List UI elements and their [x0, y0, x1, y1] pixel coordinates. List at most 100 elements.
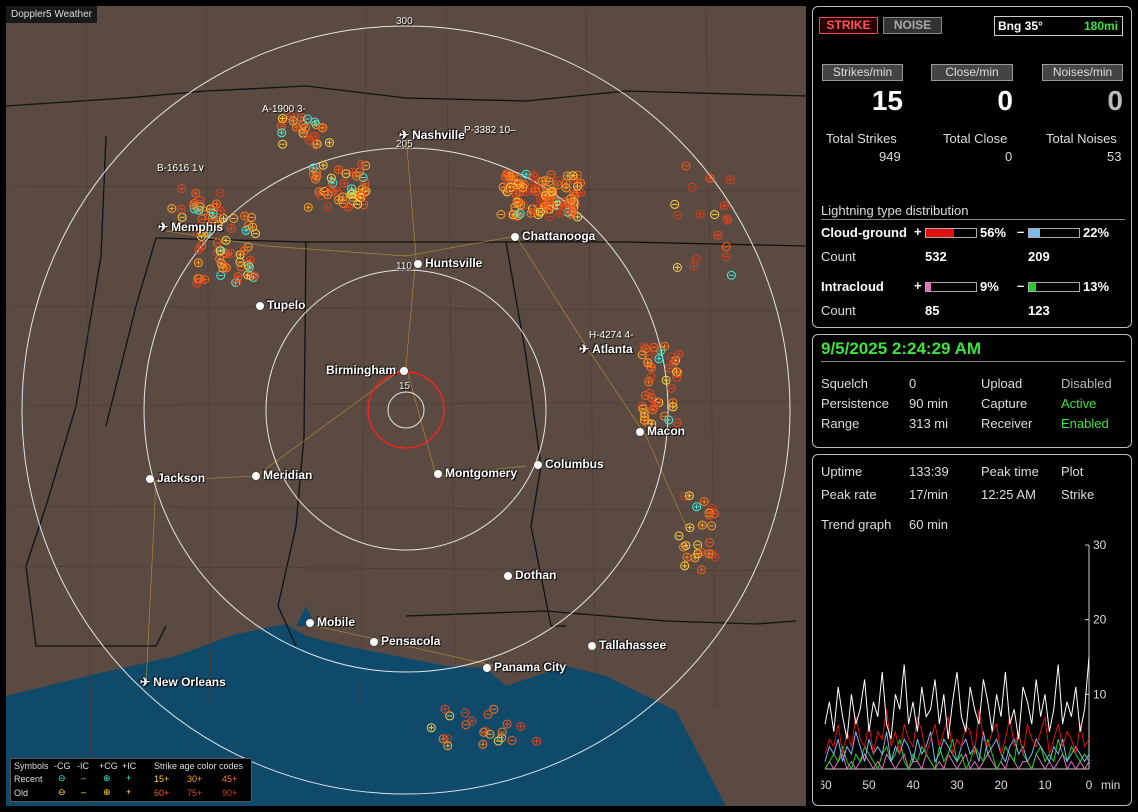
capture-value[interactable]: Active [1061, 396, 1096, 411]
strike-mode-button[interactable]: STRIKE [819, 17, 878, 34]
lightning-map[interactable]: Doppler5 Weather 300 205 110 15 A-1900 3… [6, 6, 806, 806]
strike-marker-sign [290, 118, 296, 124]
strike-marker-sign [715, 232, 721, 238]
trend-series-line [824, 656, 1090, 740]
city-dot-icon [400, 367, 409, 375]
pos-ic-old-icon: + [126, 787, 132, 797]
city-jackson: Jackson [146, 471, 205, 485]
strike-marker-sign [242, 213, 248, 219]
y-tick-label: 10 [1093, 687, 1107, 701]
cg-count-label: Count [821, 249, 856, 264]
bearing-range-display[interactable]: Bng 35° 180mi [994, 16, 1123, 36]
cg-neg-count: 209 [1028, 249, 1050, 264]
capture-label: Capture [981, 396, 1028, 411]
upload-value[interactable]: Disabled [1061, 376, 1112, 391]
trend-graph: 30 20 10 60 50 40 30 20 10 0 min [821, 539, 1120, 792]
city-columbus: Columbus [534, 457, 604, 471]
squelch-value[interactable]: 0 [909, 376, 916, 391]
strike-marker-sign [662, 343, 668, 349]
ring-label-110: 110 [396, 261, 412, 272]
persistence-value[interactable]: 90 min [909, 396, 948, 411]
plot-value[interactable]: Strike [1061, 487, 1094, 502]
close-per-min-header[interactable]: Close/min [931, 64, 1013, 81]
ring-label-15: 15 [399, 381, 411, 392]
strikes-per-min-header[interactable]: Strikes/min [822, 64, 903, 81]
cg-neg-percent: 22% [1083, 225, 1110, 240]
strike-marker-sign [691, 263, 696, 269]
neg-ic-old-icon: – [81, 787, 87, 797]
symbol-legend: Symbols -CG -IC +CG +IC Strike age color… [10, 758, 252, 802]
neg-cg-recent-icon: ⊖ [58, 773, 66, 783]
strike-marker-sign [328, 175, 334, 181]
close-per-min-value: 0 [997, 85, 1013, 116]
legend-col-pos-cg: +CG [99, 761, 118, 771]
storm-annotation-a: A-1900 3- [262, 104, 306, 115]
receiver-label: Receiver [981, 416, 1033, 431]
legend-col-pos-ic: +IC [122, 761, 137, 771]
strike-marker-sign [676, 351, 682, 357]
strike-marker-sign [533, 188, 539, 194]
city-atlanta: ✈ Atlanta [579, 342, 633, 356]
range-setting-value[interactable]: 313 mi [909, 416, 948, 431]
city-macon: Macon [636, 424, 685, 438]
city-dot-icon [636, 428, 644, 436]
strike-marker-sign [169, 206, 175, 211]
city-nashville: ✈ Nashville [399, 128, 465, 142]
ic-pos-count: 85 [925, 303, 940, 318]
strike-marker-sign [241, 248, 247, 254]
total-strikes-label: Total Strikes [826, 131, 897, 146]
x-unit-label: min [1101, 778, 1120, 792]
city-tupelo: Tupelo [256, 298, 305, 312]
city-dot-icon [256, 302, 264, 310]
ic-neg-bar [1028, 282, 1080, 292]
city-dot-icon [534, 461, 542, 469]
strikes-per-min-value: 15 [871, 85, 903, 116]
map-canvas [6, 6, 806, 806]
strike-marker-sign [237, 252, 243, 258]
airplane-icon: ✈ [158, 220, 169, 234]
strike-marker-sign [320, 125, 326, 131]
city-meridian: Meridian [252, 468, 312, 482]
distribution-separator [821, 219, 1125, 220]
strike-marker-sign [298, 114, 304, 120]
strike-marker-sign [247, 257, 253, 263]
peak-rate-label: Peak rate [821, 487, 877, 502]
strike-marker-sign [195, 260, 201, 266]
city-dot-icon [588, 642, 596, 650]
receiver-value[interactable]: Enabled [1061, 416, 1109, 431]
city-dot-icon [252, 472, 260, 480]
cg-pos-bar [925, 228, 977, 238]
cloud-ground-label: Cloud-ground [821, 225, 907, 240]
city-dot-icon [483, 664, 491, 672]
upload-label: Upload [981, 376, 1023, 391]
strike-marker-sign [223, 237, 229, 243]
noise-mode-button[interactable]: NOISE [883, 17, 942, 34]
distribution-title: Lightning type distribution [821, 203, 969, 218]
legend-age-90: 90+ [222, 788, 238, 798]
city-mobile: Mobile [306, 615, 355, 629]
current-datetime: 9/5/2025 2:24:29 AM [821, 339, 982, 358]
map-title: Doppler5 Weather [6, 6, 97, 23]
ic-neg-sign: – [1017, 278, 1025, 293]
airplane-icon: ✈ [579, 342, 590, 356]
trend-window-value[interactable]: 60 min [909, 517, 948, 532]
strike-marker-sign [179, 186, 185, 191]
peak-rate-value: 17/min [909, 487, 949, 502]
city-dot-icon [306, 619, 314, 627]
total-strikes-value: 949 [879, 149, 901, 164]
strike-marker-sign [701, 499, 707, 505]
strike-marker-sign [656, 356, 662, 362]
storm-annotation-p: P-3382 10– [464, 125, 516, 136]
noises-per-min-header[interactable]: Noises/min [1042, 64, 1123, 81]
x-tick-label: 30 [950, 778, 964, 792]
total-noises-value: 53 [1107, 149, 1122, 164]
strike-marker-sign [699, 522, 705, 528]
squelch-label: Squelch [821, 376, 868, 391]
cg-pos-percent: 56% [980, 225, 1007, 240]
strike-marker-sign [666, 365, 672, 371]
strike-marker-sign [697, 211, 703, 217]
x-tick-label: 50 [862, 778, 876, 792]
bearing-value: Bng 35° [998, 19, 1043, 33]
strike-marker-sign [682, 563, 688, 569]
strike-marker-sign [305, 204, 311, 210]
